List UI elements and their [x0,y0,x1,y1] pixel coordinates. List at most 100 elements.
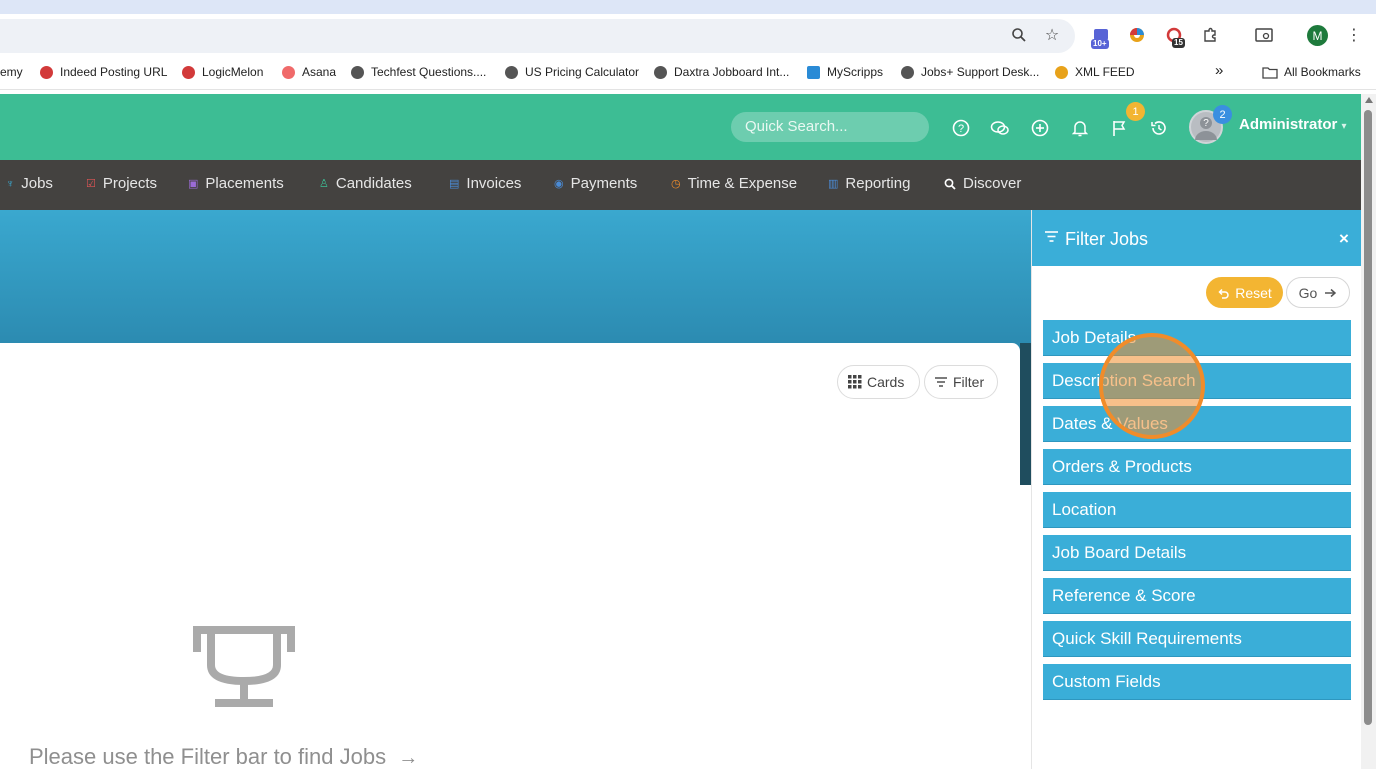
clock-icon: ◷ [671,178,681,190]
bookmarks-bar: emy Indeed Posting URL LogicMelon Asana … [0,58,1376,90]
filter-section-orders-products[interactable]: Orders & Products [1043,449,1351,485]
filter-section-location[interactable]: Location [1043,492,1351,528]
help-icon[interactable]: ? [951,118,971,138]
globe-icon [901,65,914,79]
extension-badge-count: 15 [1172,38,1185,48]
chart-icon: ▥ [828,178,839,190]
filter-button[interactable]: Filter [924,365,998,399]
nav-item-time-expense[interactable]: ◷ Time & Expense [671,175,797,192]
bookmark-item[interactable]: MyScripps [807,65,883,79]
bookmark-favicon [1055,65,1068,79]
cast-icon[interactable] [1253,24,1275,46]
history-icon[interactable] [1149,118,1169,138]
briefcase-icon: ▣ [188,178,199,190]
filter-jobs-panel: Filter Jobs × Reset Go Job Details Descr… [1031,210,1362,769]
filter-icon [935,377,947,387]
arrow-right-icon: → [398,747,419,769]
avatar-count-badge: 2 [1213,105,1232,124]
chat-icon[interactable] [990,118,1010,138]
folder-icon [1262,66,1278,79]
globe-icon [351,65,364,79]
chevron-down-icon: ▾ [1341,121,1347,132]
bookmark-favicon [182,65,195,79]
all-bookmarks-button[interactable]: All Bookmarks [1262,65,1361,79]
banner-edge [1020,343,1031,485]
click-indicator [1099,333,1205,439]
empty-state-message: Please use the Filter bar to find Jobs → [29,744,418,769]
go-label: Go [1298,284,1318,301]
undo-icon [1218,288,1229,299]
search-icon [944,178,956,190]
chrome-extension-icon[interactable] [1126,24,1148,46]
bookmark-item[interactable]: Techfest Questions.... [351,65,486,79]
bookmark-star-icon[interactable]: ☆ [1041,24,1063,46]
bookmark-item[interactable]: emy [0,65,23,79]
reset-button[interactable]: Reset [1206,277,1283,308]
empty-state-text: Please use the Filter bar to find Jobs [29,744,387,769]
browser-menu-icon[interactable]: ⋮ [1343,24,1365,46]
svg-text:?: ? [1203,118,1209,129]
flag-count-badge: 1 [1126,102,1145,121]
nav-item-projects[interactable]: ☑ Projects [86,175,157,192]
asana-icon [282,65,295,79]
quick-search-input[interactable]: Quick Search... [731,112,929,142]
document-icon: ▤ [449,178,460,190]
user-name: Administrator [1239,116,1338,133]
nav-item-payments[interactable]: ◉ Payments [554,175,637,192]
grid-icon [848,375,862,389]
bookmark-favicon [807,65,820,79]
arrow-right-icon [1325,288,1337,297]
puzzle-icon[interactable] [1199,24,1221,46]
flag-icon[interactable] [1109,118,1129,138]
reset-label: Reset [1235,284,1272,301]
add-icon[interactable] [1030,118,1050,138]
trophy-icon [193,626,295,707]
nav-item-jobs[interactable]: ♆ Jobs [6,175,53,192]
bookmark-favicon [40,65,53,79]
bookmark-item[interactable]: Indeed Posting URL [40,65,167,79]
globe-icon [654,65,667,79]
bookmark-item[interactable]: Jobs+ Support Desk... [901,65,1039,79]
nav-item-candidates[interactable]: ♙ Candidates [319,175,412,192]
globe-icon [505,65,518,79]
bookmark-item[interactable]: LogicMelon [182,65,263,79]
bookmark-item[interactable]: XML FEED [1055,65,1135,79]
nav-item-placements[interactable]: ▣ Placements [188,175,284,192]
svg-text:?: ? [958,123,964,135]
nav-item-discover[interactable]: Discover [944,175,1021,192]
bookmark-item[interactable]: Asana [282,65,336,79]
main-content [0,343,1020,769]
zoom-icon[interactable] [1008,24,1030,46]
main-nav: ♆ Jobs ☑ Projects ▣ Placements ♙ Candidates … [0,160,1361,210]
nav-item-reporting[interactable]: ▥ Reporting [828,175,910,192]
go-button[interactable]: Go [1286,277,1350,308]
scrollbar-thumb[interactable] [1364,110,1372,725]
filter-icon [1045,231,1058,242]
trophy-icon: ♆ [6,177,15,190]
bookmark-item[interactable]: Daxtra Jobboard Int... [654,65,789,79]
page-scrollbar[interactable] [1361,94,1376,769]
cards-view-button[interactable]: Cards [837,365,920,399]
bell-icon[interactable] [1070,118,1090,138]
close-icon[interactable]: × [1339,229,1349,249]
filter-panel-header: Filter Jobs × [1032,210,1362,266]
cards-label: Cards [867,374,905,390]
nav-item-invoices[interactable]: ▤ Invoices [449,175,521,192]
filter-section-quick-skill-requirements[interactable]: Quick Skill Requirements [1043,621,1351,657]
address-bar[interactable] [0,19,1075,53]
browser-toolbar: ☆ 10+ 15 M ⋮ [0,14,1376,58]
more-bookmarks-icon[interactable]: » [1215,62,1223,79]
filter-section-job-details[interactable]: Job Details [1043,320,1351,356]
filter-section-job-board-details[interactable]: Job Board Details [1043,535,1351,571]
app-header: Quick Search... ? 1 ? 2 Administrator ▾ [0,94,1361,160]
filter-section-reference-score[interactable]: Reference & Score [1043,578,1351,614]
check-icon: ☑ [86,178,96,190]
user-menu[interactable]: Administrator ▾ [1239,116,1347,133]
scroll-up-icon[interactable] [1365,97,1373,103]
browser-profile-avatar[interactable]: M [1307,25,1328,46]
filter-label: Filter [953,374,985,390]
filter-panel-title: Filter Jobs [1065,229,1149,249]
filter-section-custom-fields[interactable]: Custom Fields [1043,664,1351,700]
bookmark-item[interactable]: US Pricing Calculator [505,65,639,79]
browser-tab-strip [0,0,1376,14]
